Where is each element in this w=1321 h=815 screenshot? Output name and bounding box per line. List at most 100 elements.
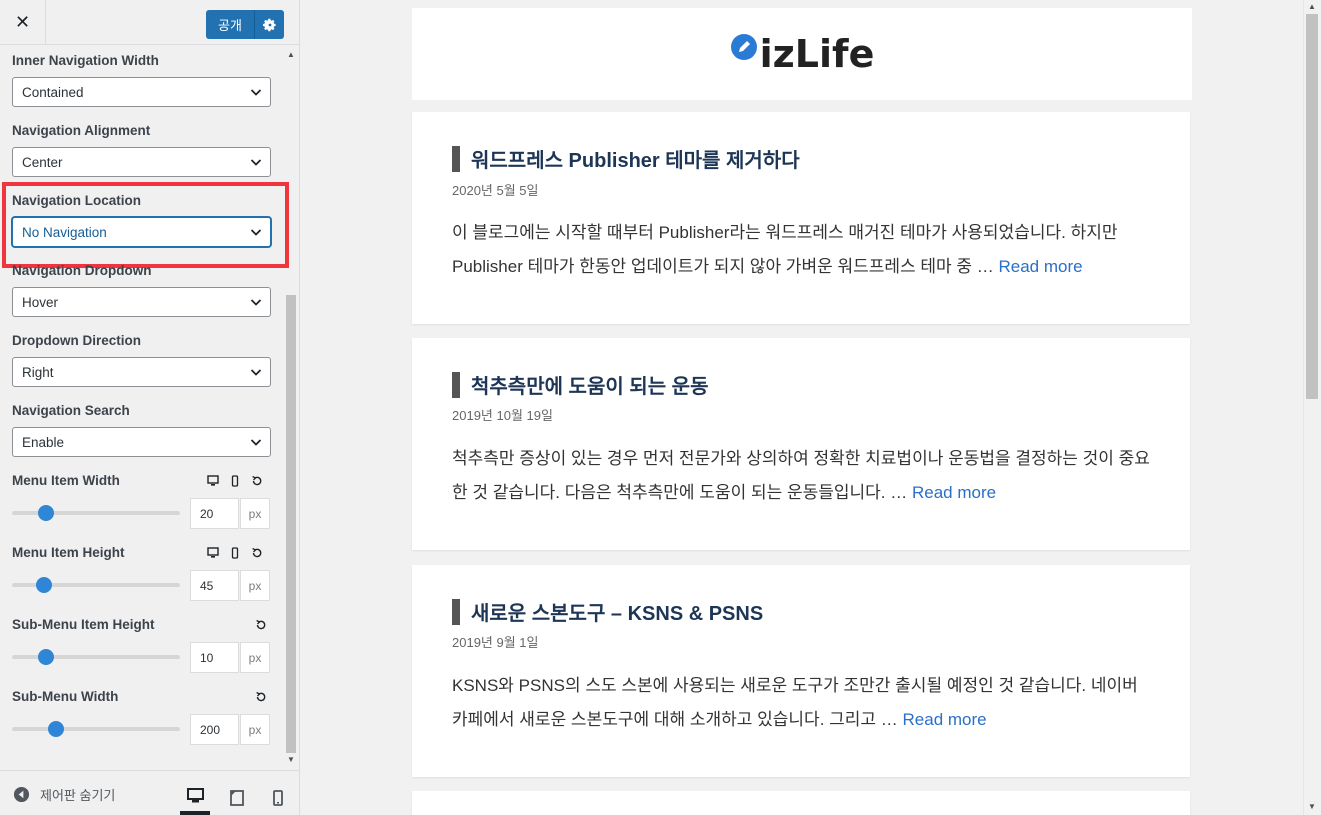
title-accent-bar [452,145,460,172]
nav-search-label: Navigation Search [12,403,130,418]
unit-label: px [240,498,270,529]
slider-knob[interactable] [37,649,54,665]
nav-location-select[interactable]: No Navigation [12,217,271,247]
chevron-down-icon [250,299,262,306]
desktop-icon [186,788,204,803]
scroll-up-arrow-icon[interactable]: ▲ [287,50,295,59]
gear-icon [262,18,276,31]
post-excerpt-text: KSNS와 PSNS의 스도 스본에 사용되는 새로운 도구가 조만간 출시될 … [452,676,1138,729]
site-logo[interactable]: izLife [730,32,875,76]
submenu-width-slider[interactable] [12,721,180,737]
responsive-controls [254,690,268,704]
customizer-sidebar: ✕ 공개 ▲ ▼ Inner Navigation Width Containe… [0,0,300,815]
unit-label: px [240,570,270,601]
scroll-up-arrow-icon[interactable]: ▲ [1308,2,1316,11]
post-title[interactable]: 척추측만에 도움이 되는 운동 [452,370,708,399]
menu-item-width-input[interactable]: 20 [190,498,239,529]
submenu-width-label: Sub-Menu Width [12,689,119,704]
post-date: 2020년 5월 5일 [452,183,539,198]
preview-desktop-button[interactable] [180,781,210,815]
scroll-down-arrow-icon[interactable]: ▼ [1308,802,1316,811]
reset-icon[interactable] [254,618,268,632]
select-value: Center [22,154,63,170]
menu-item-width-slider[interactable] [12,505,180,521]
preview-scrollbar-thumb[interactable] [1306,14,1318,399]
mobile-icon [273,790,283,806]
post-card [412,791,1190,815]
desktop-icon[interactable] [206,474,220,488]
title-accent-bar [452,371,460,398]
nav-search-select[interactable]: Enable [12,427,271,457]
post-excerpt-text: 척추측만 증상이 있는 경우 먼저 전문가와 상의하여 정확한 치료법이나 운동… [452,449,1150,502]
post-card: 새로운 스본도구 – KSNS & PSNS 2019년 9월 1일 KSNS와… [412,565,1190,777]
chevron-down-icon [250,159,262,166]
chevron-down-icon [250,369,262,376]
dropdown-direction-select[interactable]: Right [12,357,271,387]
nav-dropdown-label: Navigation Dropdown [12,263,152,278]
slider-knob[interactable] [37,505,54,521]
menu-item-height-slider[interactable] [12,577,180,593]
submenu-width-input[interactable]: 200 [190,714,239,745]
site-header: izLife [412,8,1192,100]
hide-controls-button[interactable]: 제어판 숨기기 [13,785,115,804]
customizer-footer: 제어판 숨기기 [0,770,299,815]
nav-location-label: Navigation Location [12,193,142,208]
nav-dropdown-select[interactable]: Hover [12,287,271,317]
dropdown-direction-label: Dropdown Direction [12,333,141,348]
post-title-text: 새로운 스본도구 – KSNS & PSNS [471,603,764,625]
menu-item-height-input[interactable]: 45 [190,570,239,601]
close-customizer-button[interactable]: ✕ [0,0,46,45]
publish-settings-button[interactable] [254,10,284,39]
slider-knob[interactable] [47,721,64,737]
mobile-icon[interactable] [228,474,242,488]
post-title[interactable]: 워드프레스 Publisher 테마를 제거하다 [452,144,800,173]
submenu-item-height-input[interactable]: 10 [190,642,239,673]
submenu-item-height-label: Sub-Menu Item Height [12,617,155,632]
select-value: Right [22,364,54,380]
submenu-item-height-slider[interactable] [12,649,180,665]
desktop-icon[interactable] [206,546,220,560]
unit-label: px [240,714,270,745]
nav-alignment-select[interactable]: Center [12,147,271,177]
post-date: 2019년 10월 19일 [452,408,553,423]
inner-nav-width-label: Inner Navigation Width [12,53,159,68]
post-card: 척추측만에 도움이 되는 운동 2019년 10월 19일 척추측만 증상이 있… [412,338,1190,550]
select-value: Hover [22,294,59,310]
post-title-text: 워드프레스 Publisher 테마를 제거하다 [471,150,800,172]
menu-item-height-label: Menu Item Height [12,545,125,560]
unit-label: px [240,642,270,673]
post-card: 워드프레스 Publisher 테마를 제거하다 2020년 5월 5일 이 블… [412,112,1190,324]
post-title-text: 척추측만에 도움이 되는 운동 [471,376,709,398]
customizer-header: ✕ 공개 [0,0,299,45]
title-accent-bar [452,598,460,625]
chevron-down-icon [250,229,262,236]
mobile-icon[interactable] [228,546,242,560]
reset-icon[interactable] [250,546,264,560]
publish-button[interactable]: 공개 [206,10,254,39]
select-value: No Navigation [22,224,107,240]
reset-icon[interactable] [250,474,264,488]
responsive-controls [206,546,264,560]
post-excerpt: 이 블로그에는 시작할 때부터 Publisher라는 워드프레스 매거진 테마… [452,216,1152,284]
collapse-arrow-icon [13,786,30,803]
read-more-link[interactable]: Read more [998,257,1082,276]
post-date: 2019년 9월 1일 [452,635,539,650]
post-excerpt: 척추측만 증상이 있는 경우 먼저 전문가와 상의하여 정확한 치료법이나 운동… [452,442,1152,510]
read-more-link[interactable]: Read more [912,483,996,502]
hide-controls-label: 제어판 숨기기 [40,788,116,803]
preview-mobile-button[interactable] [263,781,293,815]
site-preview: izLife 워드프레스 Publisher 테마를 제거하다 2020년 5월… [300,0,1321,815]
slider-knob[interactable] [35,577,52,593]
select-value: Enable [22,434,65,450]
read-more-link[interactable]: Read more [903,710,987,729]
site-logo-text: izLife [759,32,875,76]
responsive-controls [206,474,264,488]
scroll-down-arrow-icon[interactable]: ▼ [287,755,295,764]
inner-nav-width-select[interactable]: Contained [12,77,271,107]
post-title[interactable]: 새로운 스본도구 – KSNS & PSNS [452,597,763,626]
post-excerpt: KSNS와 PSNS의 스도 스본에 사용되는 새로운 도구가 조만간 출시될 … [452,669,1152,737]
preview-tablet-button[interactable] [222,781,252,815]
sidebar-scrollbar-thumb[interactable] [286,295,296,753]
menu-item-width-label: Menu Item Width [12,473,120,488]
reset-icon[interactable] [254,690,268,704]
